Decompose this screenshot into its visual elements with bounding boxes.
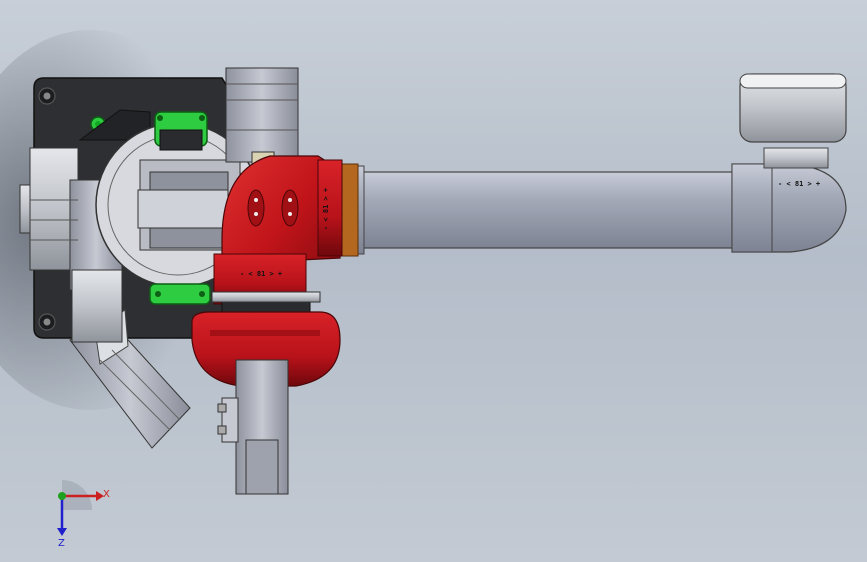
end-effector-cap[interactable] — [739, 73, 847, 143]
bronze-ring — [341, 163, 359, 257]
right-elbow-joint[interactable]: - < 81 > + — [731, 147, 847, 253]
y-axis-dot — [58, 492, 66, 500]
joint-label-upright: - < 81 > + — [322, 188, 330, 230]
green-clamp-bottom[interactable] — [149, 283, 211, 305]
joint-label-shoulder: - < 81 > + — [240, 270, 282, 278]
coordinate-triad: X Z — [57, 480, 110, 549]
green-clamp-top[interactable] — [154, 111, 208, 151]
cad-model-canvas[interactable]: - < 81 > + - < 81 > + - < 81 > + X Z — [0, 0, 867, 562]
main-arm-tube[interactable] — [329, 163, 741, 257]
x-axis-label: X — [103, 489, 110, 500]
joint-flange[interactable] — [211, 291, 321, 313]
cad-viewport[interactable]: - < 81 > + - < 81 > + - < 81 > + X Z — [0, 0, 867, 562]
z-axis-label: Z — [58, 538, 65, 549]
joint-label-elbow: - < 81 > + — [778, 180, 820, 188]
